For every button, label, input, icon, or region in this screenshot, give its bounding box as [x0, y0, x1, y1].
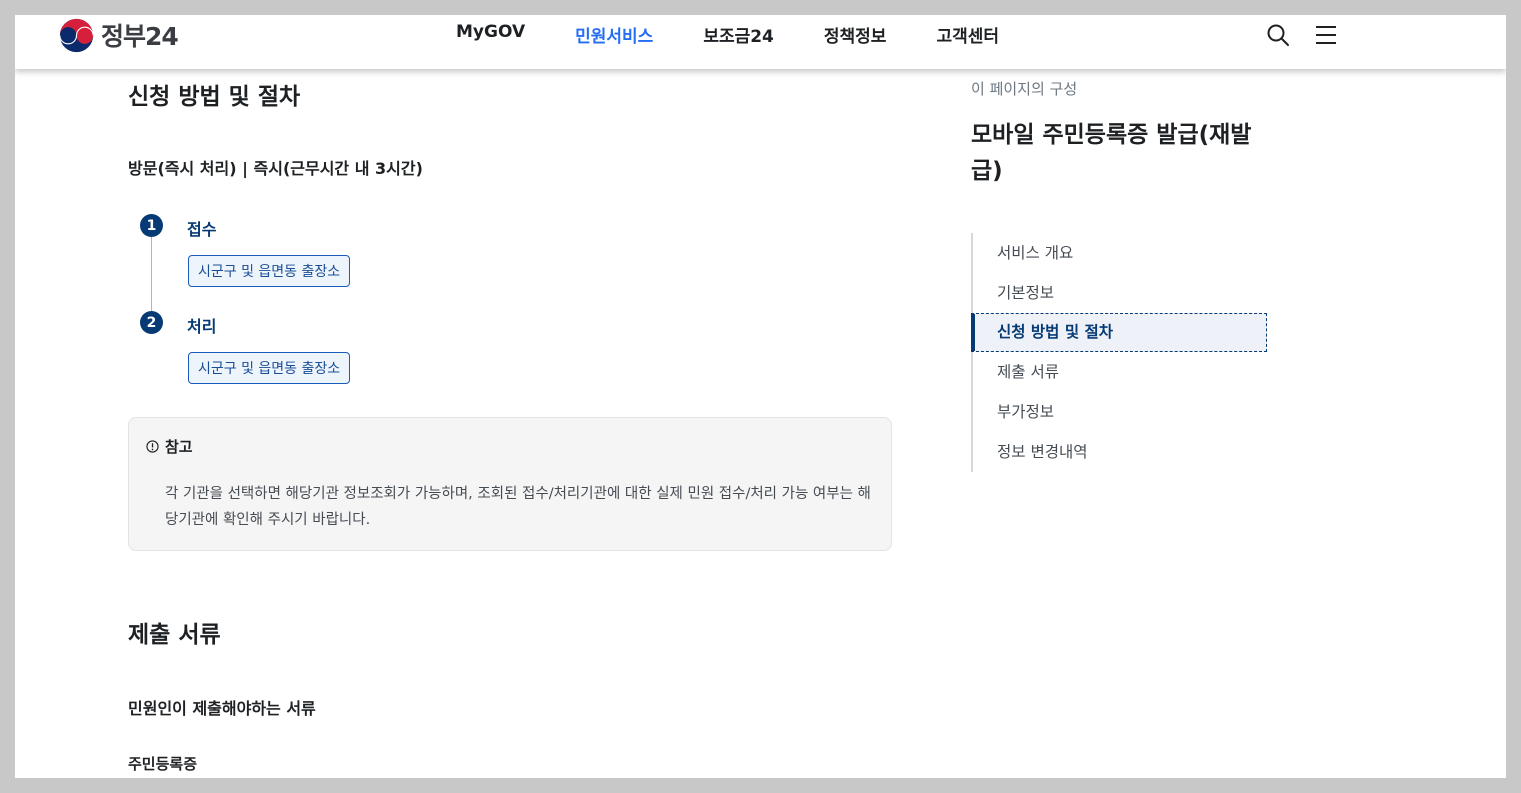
outline-toc: 서비스 개요 기본정보 신청 방법 및 절차 제출 서류 부가정보 정보 변경내…: [971, 233, 1267, 472]
hamburger-menu-icon[interactable]: [1314, 23, 1338, 47]
nav-item-customer-center[interactable]: 고객센터: [936, 22, 999, 47]
site-header: 정부24 MyGOV 민원서비스 보조금24 정책정보 고객센터: [15, 15, 1506, 69]
nav-item-mygov[interactable]: MyGOV: [456, 22, 525, 47]
note-box: 참고 각 기관을 선택하면 해당기관 정보조회가 가능하며, 조회된 접수/처리…: [128, 417, 892, 551]
outline-caption: 이 페이지의 구성: [971, 80, 1078, 98]
step-number-1: 1: [140, 214, 163, 237]
documents-section-title: 제출 서류: [128, 622, 221, 648]
main-nav: MyGOV 민원서비스 보조금24 정책정보 고객센터: [456, 22, 1049, 47]
note-body: 각 기관을 선택하면 해당기관 정보조회가 가능하며, 조회된 접수/처리기관에…: [165, 486, 871, 528]
nav-item-civil-service[interactable]: 민원서비스: [575, 22, 653, 47]
note-header: 참고: [146, 436, 193, 457]
step-number-2: 2: [140, 311, 163, 334]
document-item: 주민등록증: [128, 755, 198, 773]
nav-item-subsidy24[interactable]: 보조금24: [703, 22, 774, 47]
documents-subtitle: 민원인이 제출해야하는 서류: [128, 699, 316, 718]
processing-org-button[interactable]: 시군구 및 읍면동 출장소: [188, 352, 351, 384]
toc-item-basic-info[interactable]: 기본정보: [973, 273, 1267, 313]
step-label-processing: 처리: [187, 317, 217, 336]
note-title: 참고: [165, 438, 193, 456]
toc-item-documents[interactable]: 제출 서류: [973, 352, 1267, 392]
search-icon[interactable]: [1266, 23, 1290, 47]
outline-service-title: 모바일 주민등록증 발급(재발급): [971, 122, 1252, 184]
toc-item-change-history[interactable]: 정보 변경내역: [973, 432, 1267, 472]
gov24-logo[interactable]: 정부24: [58, 17, 179, 53]
procedure-section-title: 신청 방법 및 절차: [128, 84, 301, 110]
step-label-receipt: 접수: [187, 220, 217, 239]
receipt-org-button[interactable]: 시군구 및 읍면동 출장소: [188, 255, 351, 287]
toc-item-procedure[interactable]: 신청 방법 및 절차: [971, 313, 1267, 352]
nav-item-policy-info[interactable]: 정책정보: [824, 22, 887, 47]
toc-item-overview[interactable]: 서비스 개요: [973, 233, 1267, 273]
info-circle-icon: [146, 440, 159, 453]
toc-item-additional-info[interactable]: 부가정보: [973, 392, 1267, 432]
taegeuk-logo-icon: [59, 18, 94, 52]
application-method: 방문(즉시 처리) | 즉시(근무시간 내 3시간): [128, 159, 423, 178]
browser-viewport: 정부24 MyGOV 민원서비스 보조금24 정책정보 고객센터 신청 방법 및…: [15, 15, 1506, 778]
logo-text: 정부24: [101, 22, 179, 51]
